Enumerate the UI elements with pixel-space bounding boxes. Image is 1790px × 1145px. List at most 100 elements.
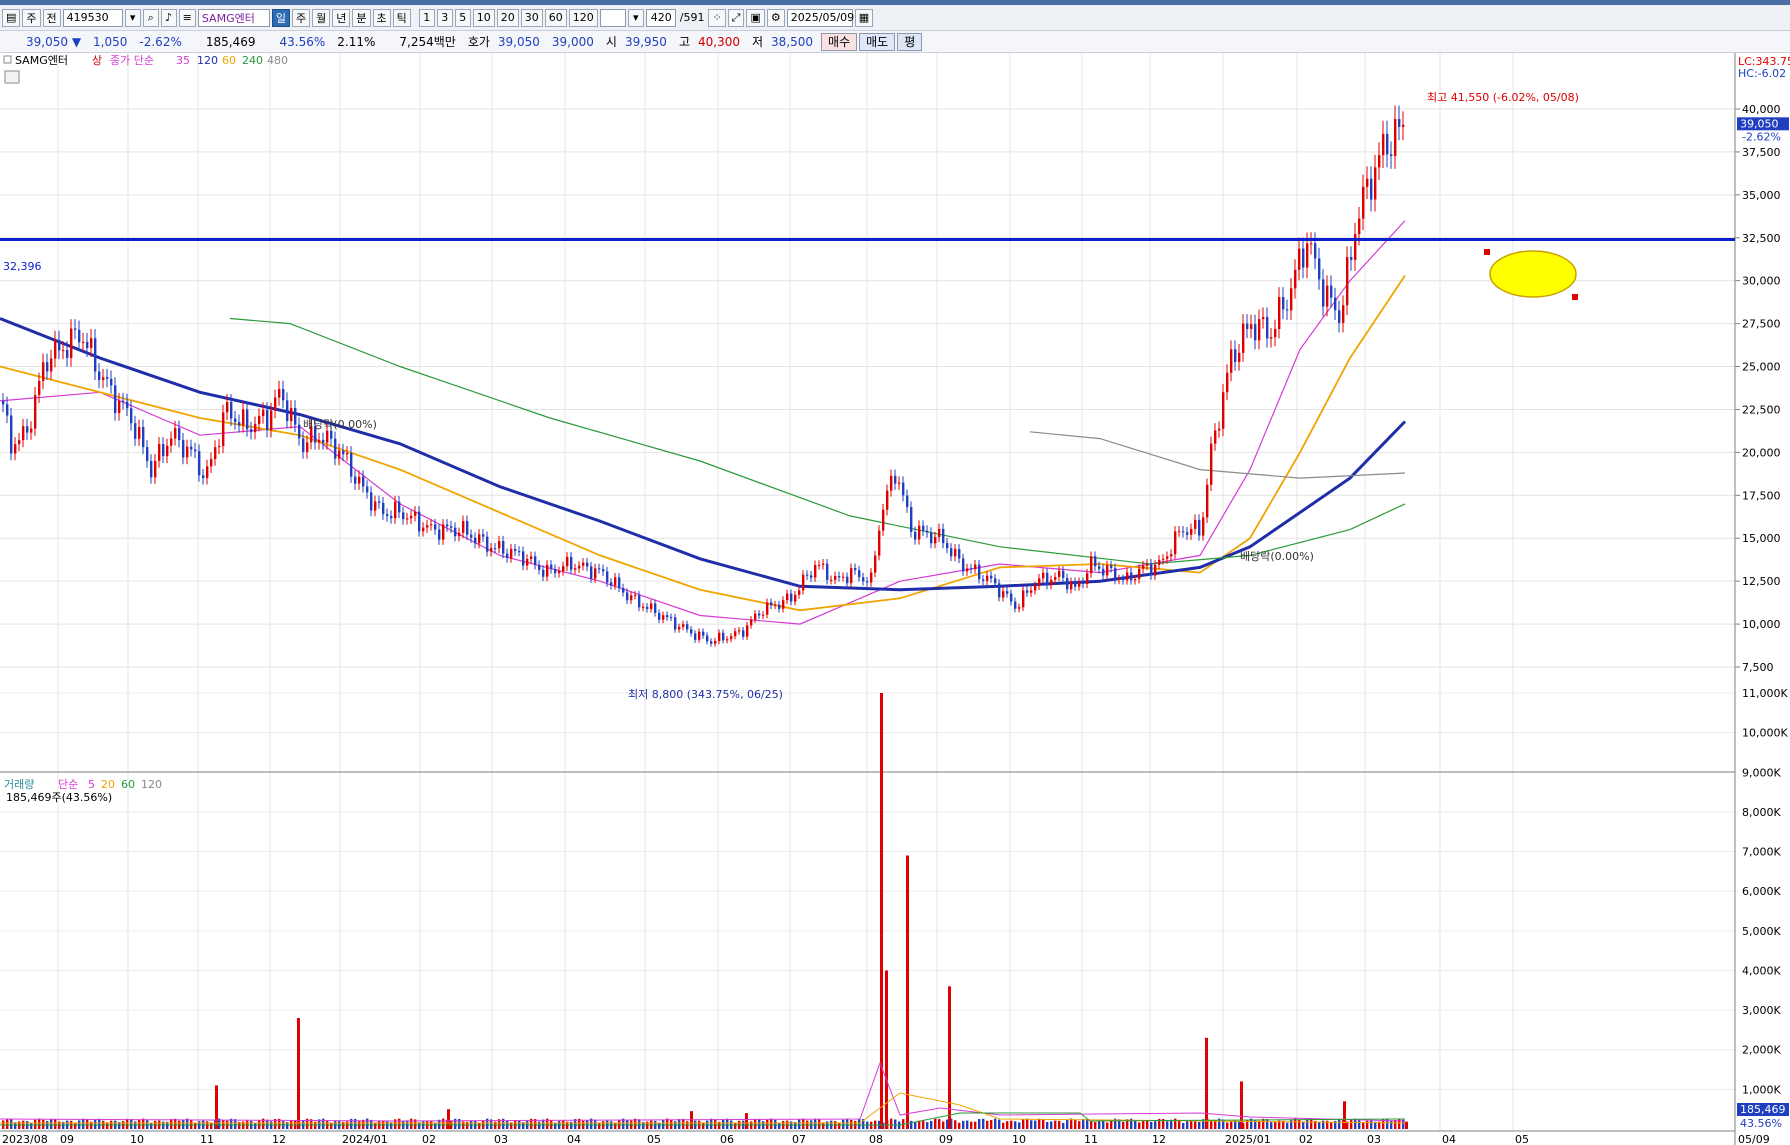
custom-interval-input[interactable] [599, 8, 626, 27]
volume-bar [802, 1118, 805, 1129]
candle-body [198, 451, 201, 476]
calendar-icon[interactable]: ▦ [854, 8, 874, 27]
gear-icon[interactable]: ⚙ [766, 8, 785, 27]
candle-body [298, 424, 301, 439]
candle-body [806, 574, 809, 576]
price-tick-label: 25,000 [1742, 361, 1781, 374]
volume-bar [54, 1118, 57, 1129]
candle-body [142, 426, 145, 448]
candle-body [914, 531, 917, 540]
candle-body [790, 593, 793, 602]
sell-button[interactable]: 매도 [859, 32, 896, 51]
interval-tick[interactable]: 틱 [392, 8, 411, 27]
volume-bar [1178, 1119, 1181, 1129]
legend-stock-name: SAMG엔터 [15, 54, 68, 67]
candle-body [1310, 243, 1313, 245]
interval-week[interactable]: 주 [292, 8, 311, 27]
candle-body [1038, 578, 1041, 586]
period-mode-button[interactable]: 주 [22, 8, 41, 27]
candle-body [1090, 556, 1093, 574]
minute-20[interactable]: 20 [496, 8, 519, 27]
bar-count-input[interactable]: 420 [645, 8, 676, 27]
candle-body [358, 476, 361, 484]
candle-body [1210, 443, 1213, 485]
candle-body [982, 579, 985, 581]
candle-body [1262, 316, 1265, 320]
candle-body [826, 563, 829, 581]
candle-body [894, 475, 897, 484]
volume-bar [10, 1119, 13, 1129]
code-dropdown-icon[interactable]: ▾ [124, 8, 141, 27]
stock-list-icon[interactable]: ≡ [178, 8, 196, 27]
date-input[interactable]: 2025/05/09 [786, 8, 854, 27]
candle-body [1050, 579, 1053, 586]
candle-body [266, 409, 269, 431]
volume-bar [778, 1123, 781, 1129]
candle-body [1298, 248, 1301, 270]
candle-body [926, 530, 929, 533]
volume-bar [1082, 1118, 1085, 1129]
candle-body [110, 378, 113, 386]
candle-body [334, 438, 337, 459]
buy-button[interactable]: 매수 [821, 32, 858, 51]
interval-day[interactable]: 일 [271, 8, 290, 27]
search-icon[interactable]: ⌕ [142, 8, 159, 27]
interval-second[interactable]: 초 [372, 8, 391, 27]
candle-body [562, 566, 565, 572]
candle-body [42, 362, 45, 381]
minute-3[interactable]: 3 [436, 8, 453, 27]
marker-square-1[interactable] [1484, 249, 1490, 255]
candle-body [34, 395, 37, 429]
candle-body [1238, 352, 1241, 362]
volume-bar [1266, 1119, 1269, 1129]
candle-body [970, 568, 973, 570]
candle-body [598, 568, 601, 570]
zoom-icon[interactable]: ⤢ [727, 8, 745, 27]
candle-body [1286, 309, 1289, 311]
volume-bar [1302, 1121, 1305, 1129]
candle-body [394, 501, 397, 519]
volume-bar [1154, 1121, 1157, 1129]
minute-5[interactable]: 5 [454, 8, 471, 27]
panel-settings-icon[interactable] [4, 70, 20, 84]
candle-body [106, 377, 109, 379]
marker-square-2[interactable] [1572, 294, 1578, 300]
volume-bar [1198, 1121, 1201, 1129]
eval-button[interactable]: 평 [897, 32, 923, 51]
candle-body [666, 615, 669, 618]
time-tick-label: 03 [494, 1133, 508, 1145]
stock-code-input[interactable]: 419530 [62, 8, 123, 27]
interval-year[interactable]: 년 [332, 8, 351, 27]
volume-legend-ma-type: 단순 [58, 778, 78, 791]
candle-body [402, 512, 405, 520]
speaker-icon[interactable]: ♪ [160, 8, 177, 27]
interval-minute[interactable]: 분 [352, 8, 371, 27]
time-tick-label: 11 [200, 1133, 214, 1145]
candle-body [1326, 285, 1329, 307]
menu-icon[interactable]: ▤ [2, 8, 21, 27]
minute-1[interactable]: 1 [418, 8, 435, 27]
stock-name-field[interactable]: SAMG엔터 [197, 8, 270, 27]
stock-chart[interactable]: 32,396 최고 41,550 (-6.02%, 05/08) 최저 8,80… [0, 53, 1790, 1145]
candle-body [750, 619, 753, 626]
candle-body [1134, 579, 1137, 581]
candle-body [1014, 601, 1017, 609]
candle-body [694, 633, 697, 640]
candle-body [498, 541, 501, 549]
grid-icon[interactable]: ⁘ [708, 8, 726, 27]
candle-body [10, 415, 13, 454]
minute-10[interactable]: 10 [472, 8, 495, 27]
candle-body [546, 564, 549, 577]
candle-body [302, 438, 305, 452]
custom-interval-dropdown-icon[interactable]: ▾ [627, 8, 644, 27]
interval-month[interactable]: 월 [312, 8, 331, 27]
highlight-ellipse[interactable] [1489, 250, 1577, 298]
volume-bar [1034, 1120, 1037, 1129]
minute-60[interactable]: 60 [544, 8, 567, 27]
save-icon[interactable]: ▣ [746, 8, 765, 27]
candle-body [1150, 563, 1153, 576]
candle-body [282, 388, 285, 401]
minute-120[interactable]: 120 [568, 8, 598, 27]
prev-button[interactable]: 전 [42, 8, 61, 27]
minute-30[interactable]: 30 [520, 8, 543, 27]
